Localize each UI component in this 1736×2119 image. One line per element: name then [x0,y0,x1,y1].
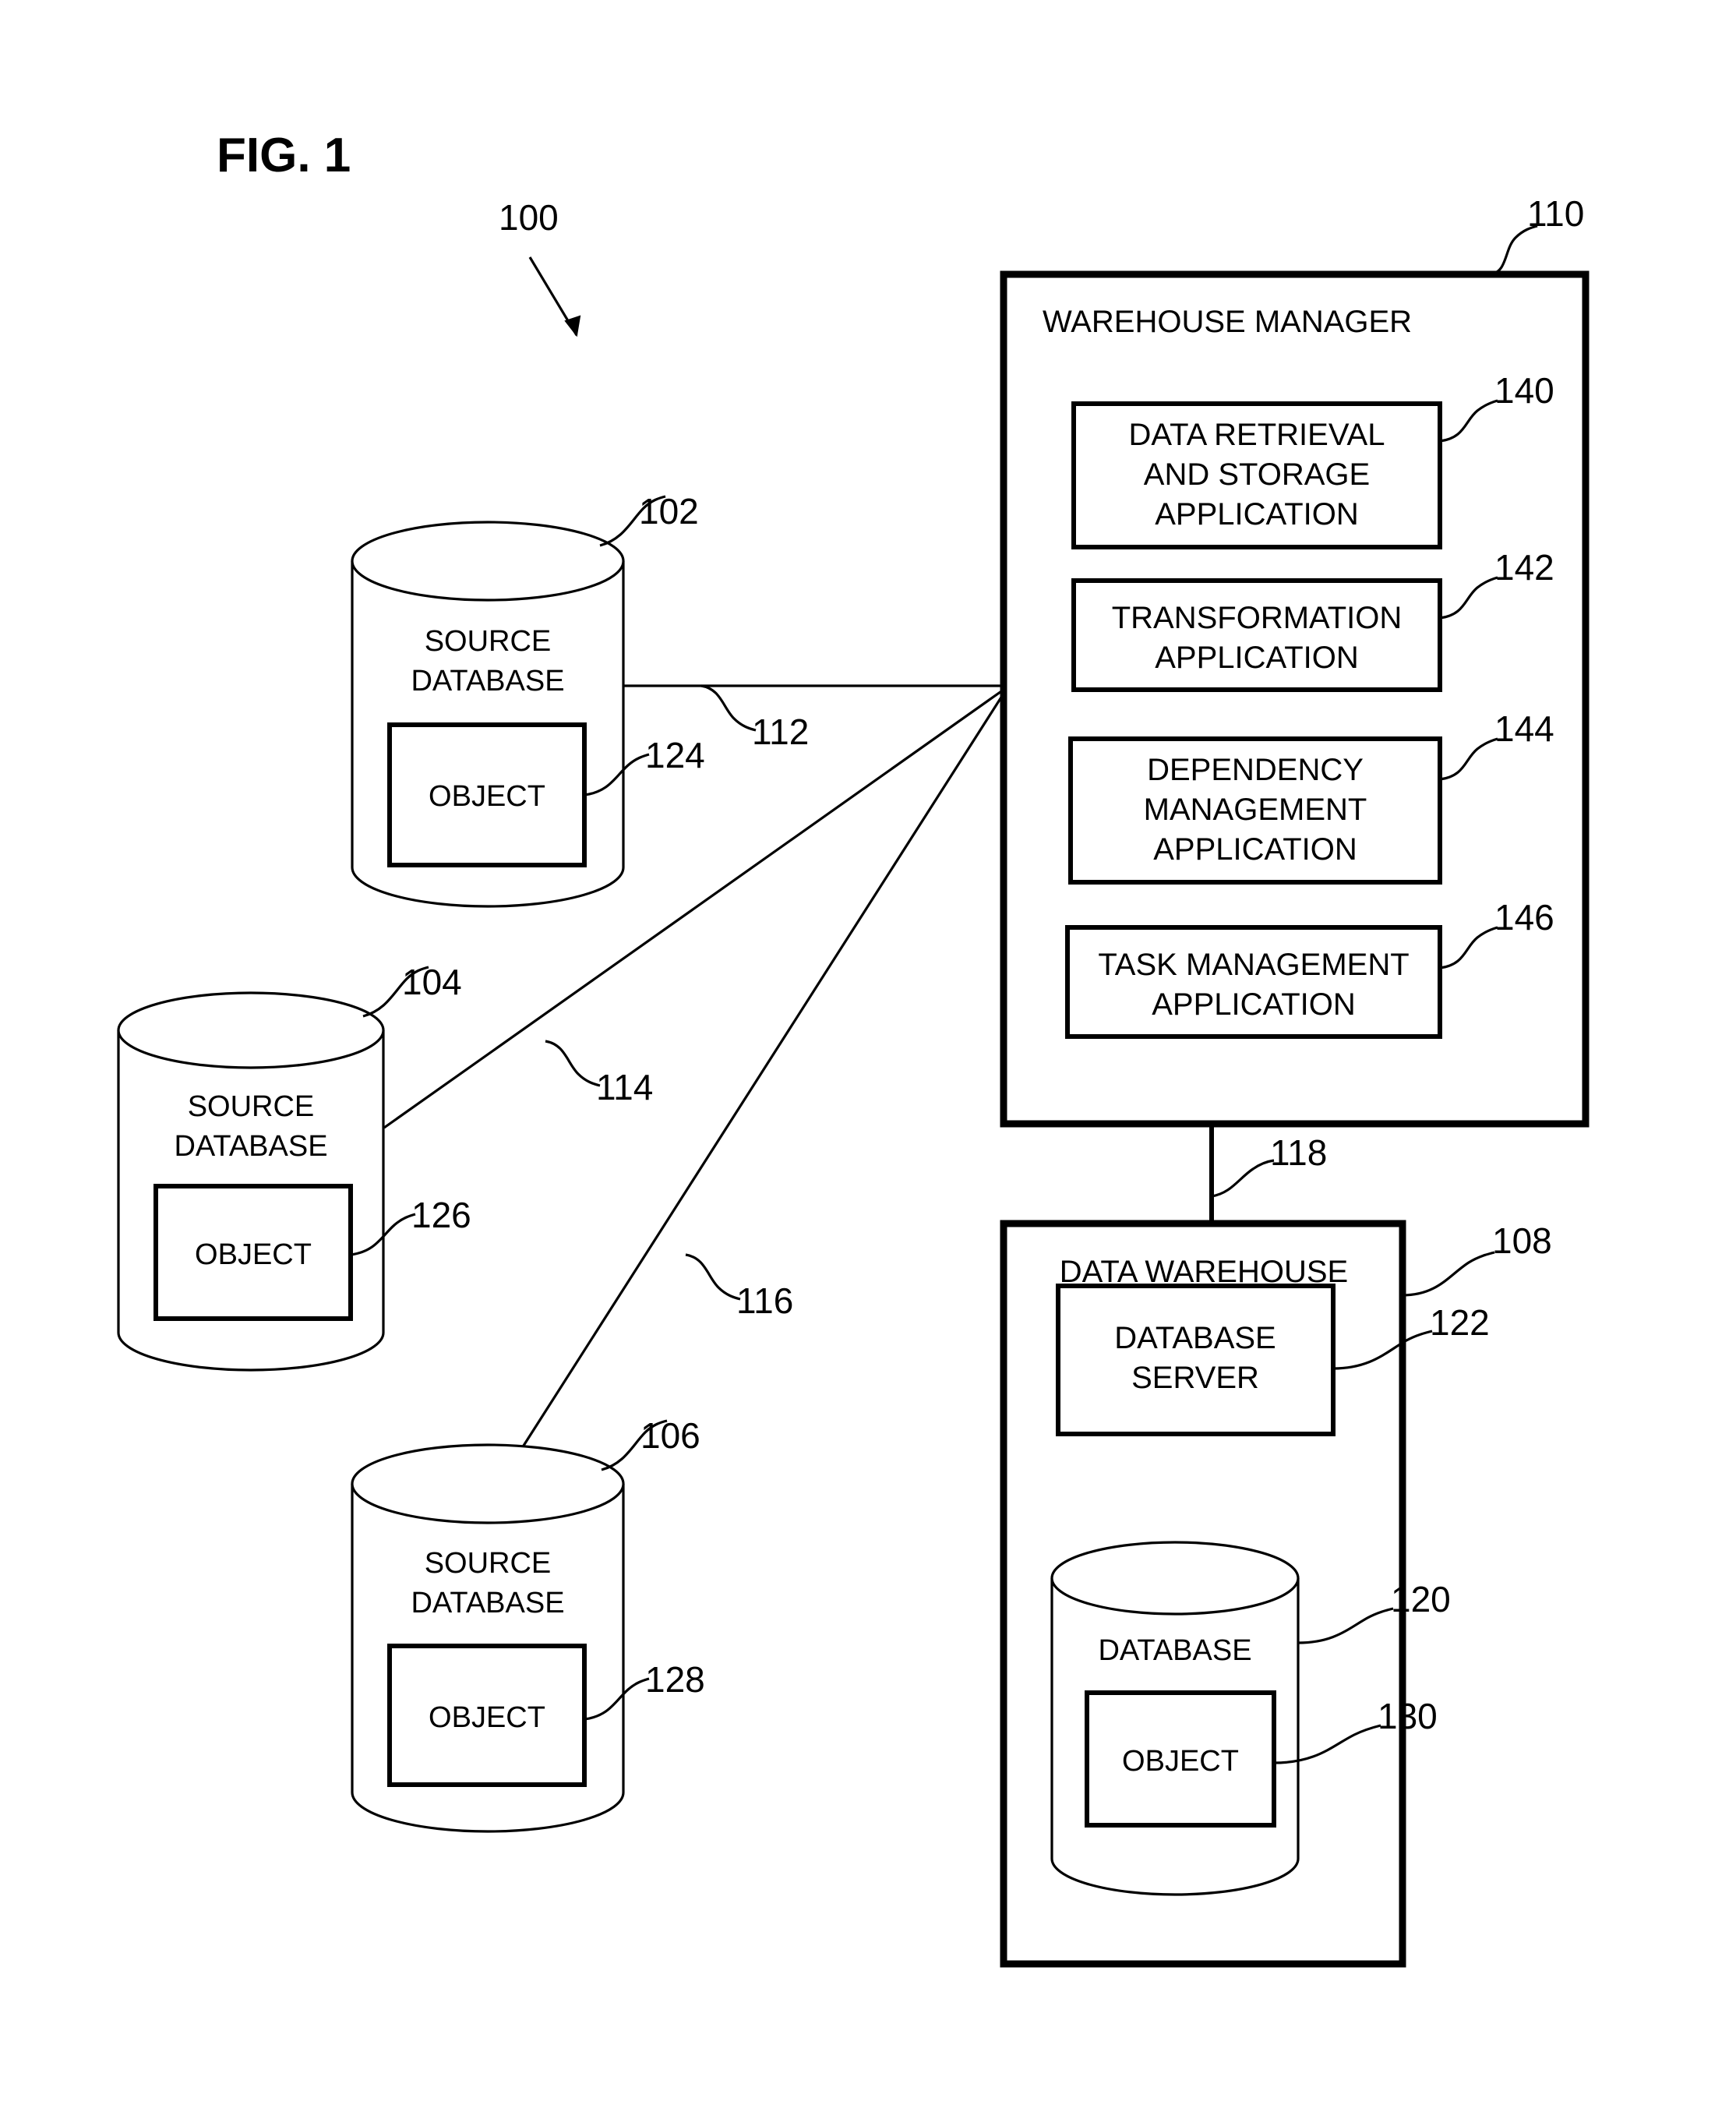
ref-label-122: 122 [1430,1302,1490,1343]
db-server-line-2: SERVER [1131,1361,1259,1395]
ref-label-100: 100 [499,197,559,238]
object-124-label: OBJECT [429,780,545,813]
ref-label-144: 144 [1494,708,1554,749]
ref-label-124: 124 [645,735,705,775]
app-box-task-management[interactable]: TASK MANAGEMENT APPLICATION [1065,925,1442,1039]
app-144-line-1: DEPENDENCY [1147,753,1364,787]
ref-label-120: 120 [1391,1579,1451,1619]
app-140-line-2: AND STORAGE [1144,457,1370,492]
source-database-104[interactable]: SOURCE DATABASE OBJECT [117,991,385,1372]
warehouse-db-label: DATABASE [1098,1634,1251,1667]
object-126-label: OBJECT [195,1238,312,1271]
object-128-label: OBJECT [429,1701,545,1734]
ref-label-116: 116 [736,1280,793,1321]
figure-canvas: FIG. 1 100 WAREHOUSE MANAGER 110 DATA RE… [117,129,1590,1968]
app-142-line-2: APPLICATION [1155,641,1359,675]
ref-label-106: 106 [640,1415,700,1456]
patent-figure-page: FIG. 1 100 WAREHOUSE MANAGER 110 DATA RE… [0,0,1736,2119]
ref-leader-108 [1402,1251,1495,1297]
ref-label-126: 126 [411,1195,471,1235]
ref-label-142: 142 [1494,547,1554,588]
source-db-102-line-2: DATABASE [411,665,564,698]
ref-leader-116 [685,1253,741,1301]
object-box-130[interactable]: OBJECT [1085,1690,1276,1828]
source-db-104-line-1: SOURCE [188,1090,315,1123]
ref-leader-112 [700,684,757,732]
ref-label-140: 140 [1494,370,1554,411]
object-box-126[interactable]: OBJECT [153,1184,353,1321]
app-140-line-1: DATA RETRIEVAL [1129,418,1385,452]
app-box-dependency-management[interactable]: DEPENDENCY MANAGEMENT APPLICATION [1068,736,1442,885]
db-server-line-1: DATABASE [1114,1321,1276,1355]
source-database-106[interactable]: SOURCE DATABASE OBJECT [351,1443,625,1833]
object-box-124[interactable]: OBJECT [387,722,587,867]
source-db-106-line-1: SOURCE [425,1547,552,1580]
app-144-line-3: APPLICATION [1153,832,1357,867]
database-server-box[interactable]: DATABASE SERVER [1056,1284,1336,1436]
figure-title: FIG. 1 [217,129,351,182]
ref-label-130: 130 [1378,1696,1438,1736]
ref-label-114: 114 [596,1067,653,1107]
object-130-label: OBJECT [1122,1745,1239,1778]
ref-label-104: 104 [402,962,462,1002]
warehouse-manager-title: WAREHOUSE MANAGER [1043,305,1412,339]
source-db-102-line-1: SOURCE [425,625,552,658]
system-pointer-arrow [528,256,581,337]
source-db-106-line-2: DATABASE [411,1587,564,1619]
app-140-line-3: APPLICATION [1155,497,1359,532]
ref-label-108: 108 [1492,1220,1552,1261]
ref-label-110: 110 [1527,193,1584,234]
ref-label-128: 128 [645,1659,705,1700]
ref-label-102: 102 [639,491,699,532]
object-box-128[interactable]: OBJECT [387,1644,587,1787]
source-database-102[interactable]: SOURCE DATABASE OBJECT [351,521,625,908]
app-box-transformation[interactable]: TRANSFORMATION APPLICATION [1071,578,1442,692]
source-db-104-line-2: DATABASE [174,1130,327,1163]
ref-label-118: 118 [1270,1132,1327,1173]
app-146-line-1: TASK MANAGEMENT [1098,948,1409,982]
app-144-line-2: MANAGEMENT [1144,793,1367,827]
ref-label-146: 146 [1494,897,1554,938]
app-142-line-1: TRANSFORMATION [1112,601,1403,635]
ref-label-112: 112 [752,712,809,752]
app-box-data-retrieval-and-storage[interactable]: DATA RETRIEVAL AND STORAGE APPLICATION [1071,401,1442,549]
app-146-line-2: APPLICATION [1152,987,1356,1022]
ref-leader-114 [545,1040,601,1087]
ref-leader-118 [1211,1159,1275,1198]
warehouse-database-cylinder[interactable]: DATABASE OBJECT [1050,1541,1300,1896]
